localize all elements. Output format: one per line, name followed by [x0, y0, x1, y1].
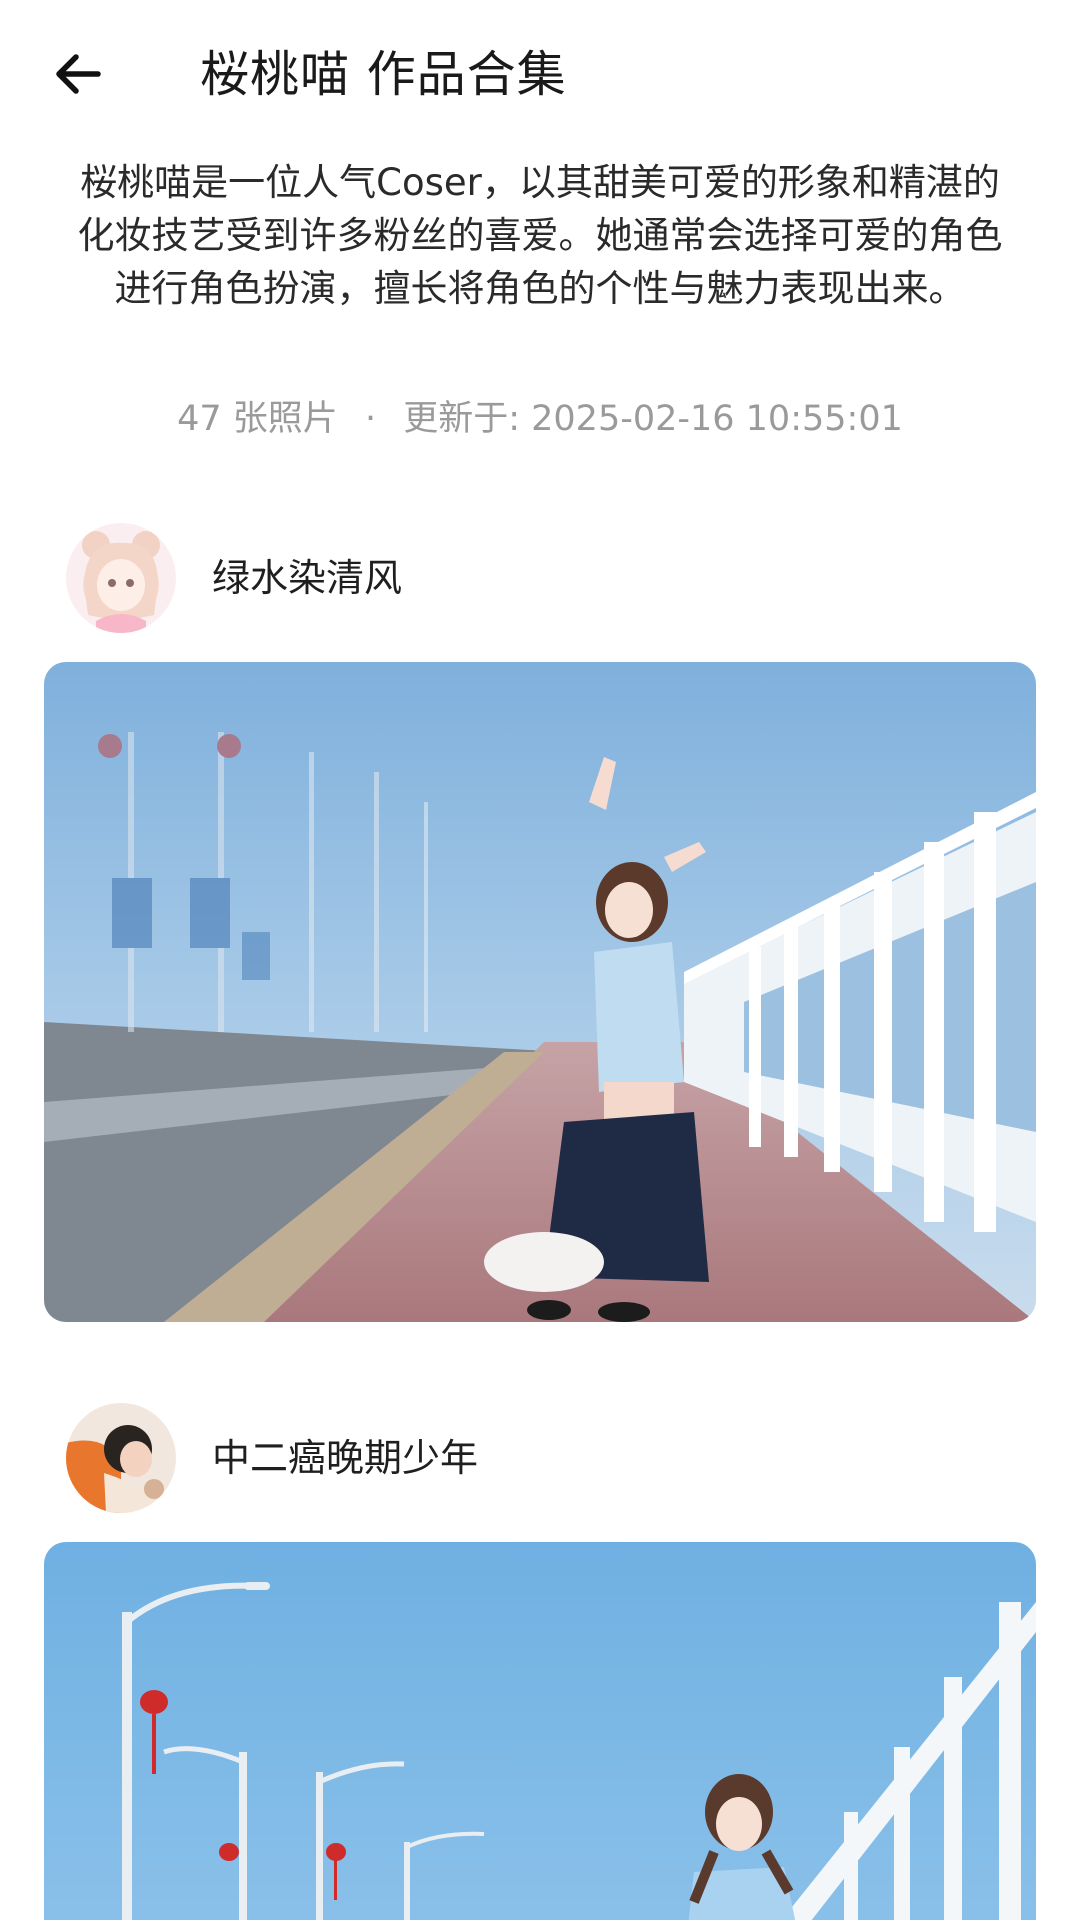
- top-bar: 桜桃喵 作品合集: [0, 0, 1080, 150]
- collection-description: 桜桃喵是一位人气Coser，以其甜美可爱的形象和精湛的化妆技艺受到许多粉丝的喜爱…: [77, 161, 1003, 310]
- meta-separator: ·: [364, 399, 377, 439]
- updated-time: 更新于: 2025-02-16 10:55:01: [403, 399, 903, 439]
- arrow-left-icon: [56, 54, 101, 94]
- author-name[interactable]: 中二癌晚期少年: [212, 1435, 478, 1481]
- avatar[interactable]: [66, 1403, 176, 1513]
- post-author-row[interactable]: 中二癌晚期少年: [66, 1402, 966, 1514]
- collection-page: 桜桃喵 作品合集 桜桃喵是一位人气Coser，以其甜美可爱的形象和精湛的化妆技艺…: [0, 0, 1080, 1920]
- collection-meta: 47 张照片 · 更新于: 2025-02-16 10:55:01: [0, 396, 1080, 442]
- post-photo[interactable]: [44, 662, 1036, 1322]
- back-button[interactable]: [40, 36, 116, 112]
- author-name[interactable]: 绿水染清风: [212, 555, 402, 601]
- post-author-row[interactable]: 绿水染清风: [66, 522, 966, 634]
- post-photo[interactable]: [44, 1542, 1036, 1920]
- page-title: 桜桃喵 作品合集: [200, 46, 567, 103]
- photo-count: 47 张照片: [177, 399, 338, 439]
- avatar[interactable]: [66, 523, 176, 633]
